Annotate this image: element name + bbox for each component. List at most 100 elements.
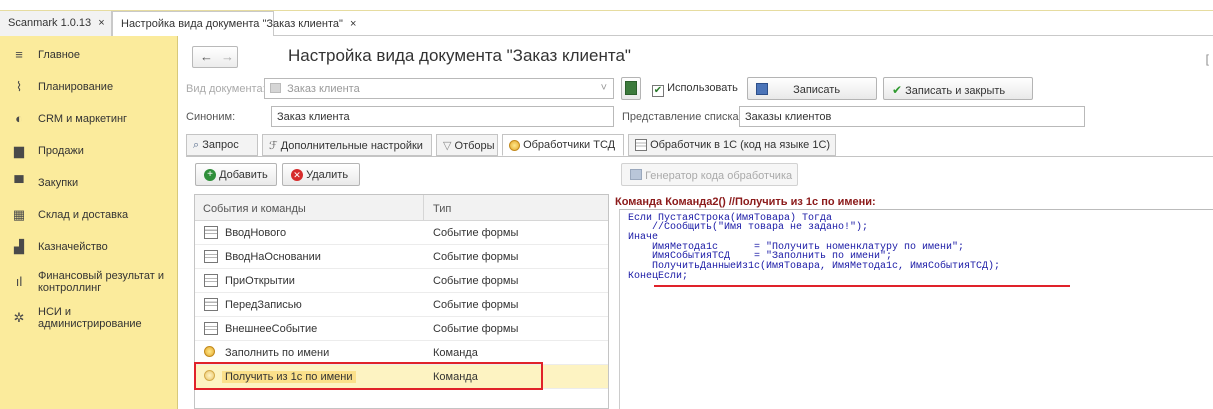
col-type-header: Тип bbox=[433, 203, 452, 215]
sidebar-item-label: Финансовый результат и контроллинг bbox=[38, 270, 164, 294]
event-icon bbox=[204, 274, 218, 287]
filter-icon: ▽ bbox=[443, 140, 452, 152]
tab-1c-handler-label: Обработчик в 1С (код на языке 1С) bbox=[650, 139, 831, 151]
nav-buttons: ← → bbox=[192, 46, 238, 68]
checkmark-icon: ✔ bbox=[892, 83, 903, 97]
code-generator-button[interactable]: Генератор кода обработчика bbox=[621, 163, 798, 186]
add-button-label: Добавить bbox=[219, 169, 268, 181]
row-name: ВводНаОсновании bbox=[225, 251, 321, 263]
sidebar-item-label: Планирование bbox=[38, 81, 114, 93]
crm-icon: ◐ bbox=[15, 111, 23, 126]
table-row[interactable]: ПриОткрытии Событие формы bbox=[195, 269, 608, 293]
sidebar-item-admin[interactable]: ✲ НСИ и администрирование bbox=[0, 302, 178, 334]
col-events-header: События и команды bbox=[203, 203, 306, 215]
sidebar-item-planning[interactable]: ⌇ Планирование bbox=[0, 74, 178, 100]
close-icon[interactable]: × bbox=[350, 18, 356, 30]
table-row[interactable]: ПередЗаписью Событие формы bbox=[195, 293, 608, 317]
chart-icon: ⌇ bbox=[15, 79, 23, 94]
sidebar-item-main[interactable]: ≡ Главное bbox=[0, 42, 178, 68]
sales-icon: ▆ bbox=[14, 143, 24, 158]
list-view-field[interactable]: Заказы клиентов bbox=[739, 106, 1085, 127]
row-type: Событие формы bbox=[433, 299, 519, 311]
sidebar-item-crm[interactable]: ◐ CRM и маркетинг bbox=[0, 106, 178, 132]
table-header: События и команды Тип bbox=[195, 195, 608, 221]
code-title: Команда Команда2() //Получить из 1с по и… bbox=[615, 196, 876, 208]
code-line: КонецЕсли; bbox=[628, 271, 689, 282]
tab-1c-handler[interactable]: Обработчик в 1С (код на языке 1С) bbox=[628, 134, 836, 156]
row-name: ПередЗаписью bbox=[225, 299, 302, 311]
row-name: ВводНового bbox=[225, 227, 287, 239]
sidebar: ≡ Главное ⌇ Планирование ◐ CRM и маркети… bbox=[0, 36, 178, 409]
save-button[interactable]: Записать bbox=[747, 77, 877, 100]
table-row[interactable]: ВводНового Событие формы bbox=[195, 221, 608, 245]
code-editor[interactable]: Если ПустаяСтрока(ИмяТовара) Тогда //Соо… bbox=[619, 209, 1213, 409]
table-row[interactable]: ВнешнееСобытие Событие формы bbox=[195, 317, 608, 341]
menu-icon: ≡ bbox=[15, 47, 23, 62]
forward-arrow-icon[interactable]: → bbox=[221, 49, 234, 64]
sidebar-item-purchases[interactable]: ▀ Закупки bbox=[0, 170, 178, 196]
close-icon[interactable]: × bbox=[98, 17, 104, 29]
event-icon bbox=[204, 250, 218, 263]
tab-scanmark[interactable]: Scanmark 1.0.13 × bbox=[0, 11, 112, 36]
row-name: ВнешнееСобытие bbox=[225, 323, 318, 335]
table-row[interactable]: ВводНаОсновании Событие формы bbox=[195, 245, 608, 269]
delete-button[interactable]: ✕ Удалить bbox=[282, 163, 360, 186]
sidebar-item-treasury[interactable]: ▟ Казначейство bbox=[0, 234, 178, 260]
code-generator-label: Генератор кода обработчика bbox=[645, 170, 793, 182]
event-icon bbox=[204, 226, 218, 239]
window-edge-icon: [ bbox=[1205, 52, 1209, 66]
back-arrow-icon[interactable]: ← bbox=[200, 49, 213, 64]
save-close-label: Записать и закрыть bbox=[905, 85, 1006, 97]
sidebar-item-finance[interactable]: ıl Финансовый результат и контроллинг bbox=[0, 266, 178, 298]
save-disk-icon bbox=[756, 83, 768, 95]
synonym-field[interactable]: Заказ клиента bbox=[271, 106, 614, 127]
tab-filters-label: Отборы bbox=[454, 140, 495, 152]
save-close-button[interactable]: ✔ Записать и закрыть bbox=[883, 77, 1033, 100]
tab-additional-settings[interactable]: ℱ Дополнительные настройки bbox=[262, 134, 432, 156]
sidebar-item-warehouse[interactable]: ▦ Склад и доставка bbox=[0, 202, 178, 228]
settings-button[interactable] bbox=[621, 77, 641, 100]
dropdown-arrow-icon[interactable]: ˅ bbox=[601, 82, 607, 94]
checkbox-check-icon[interactable]: ✔ bbox=[652, 85, 664, 97]
window-tab-bar: Scanmark 1.0.13 × Настройка вида докумен… bbox=[0, 0, 1213, 37]
sidebar-item-label: Казначейство bbox=[38, 241, 108, 253]
gear-icon: ✲ bbox=[13, 310, 25, 325]
event-icon bbox=[204, 322, 218, 335]
sidebar-item-label: Главное bbox=[38, 49, 81, 61]
sidebar-item-label: НСИ и администрирование bbox=[38, 306, 142, 330]
event-icon bbox=[204, 298, 218, 311]
use-label: Использовать bbox=[667, 82, 738, 94]
delete-icon: ✕ bbox=[291, 169, 303, 182]
command-icon bbox=[204, 346, 215, 357]
tab-tsd-handlers-label: Обработчики ТСД bbox=[523, 139, 616, 151]
row-name: ПриОткрытии bbox=[225, 275, 295, 287]
add-icon: + bbox=[204, 169, 216, 182]
list-view-label: Представление списка: bbox=[622, 111, 742, 123]
sidebar-item-label: Закупки bbox=[38, 177, 79, 189]
cart-icon: ▀ bbox=[14, 175, 24, 190]
tab-filters[interactable]: ▽ Отборы bbox=[436, 134, 498, 156]
synonym-label: Синоним: bbox=[186, 111, 236, 123]
command-icon bbox=[509, 139, 520, 151]
row-type: Событие формы bbox=[433, 251, 519, 263]
row-name: Заполнить по имени bbox=[225, 347, 330, 359]
doc-type-field[interactable]: Заказ клиента ˅ bbox=[264, 78, 614, 99]
tab-query-label: Запрос bbox=[202, 139, 239, 151]
tab-query[interactable]: ⌕ Запрос bbox=[186, 134, 258, 156]
doc-icon bbox=[270, 83, 281, 93]
main-content: ← → Настройка вида документа "Заказ клие… bbox=[178, 36, 1213, 409]
warehouse-icon: ▦ bbox=[12, 207, 26, 222]
tab-tsd-handlers[interactable]: Обработчики ТСД bbox=[502, 134, 624, 156]
row-type: Событие формы bbox=[433, 275, 519, 287]
use-checkbox[interactable]: ✔ Использовать bbox=[652, 82, 738, 97]
code-highlight-underline bbox=[654, 285, 1070, 287]
doc-type-value: Заказ клиента bbox=[287, 83, 360, 95]
query-icon: ⌕ bbox=[193, 139, 200, 151]
sidebar-item-sales[interactable]: ▆ Продажи bbox=[0, 138, 178, 164]
finance-icon: ıl bbox=[15, 274, 23, 289]
sidebar-item-label: CRM и маркетинг bbox=[38, 113, 128, 125]
tab-additional-settings-label: Дополнительные настройки bbox=[280, 140, 423, 152]
add-button[interactable]: + Добавить bbox=[195, 163, 277, 186]
tab-scanmark-label: Scanmark 1.0.13 bbox=[8, 17, 92, 29]
tab-document-settings[interactable]: Настройка вида документа "Заказ клиента"… bbox=[112, 11, 356, 37]
